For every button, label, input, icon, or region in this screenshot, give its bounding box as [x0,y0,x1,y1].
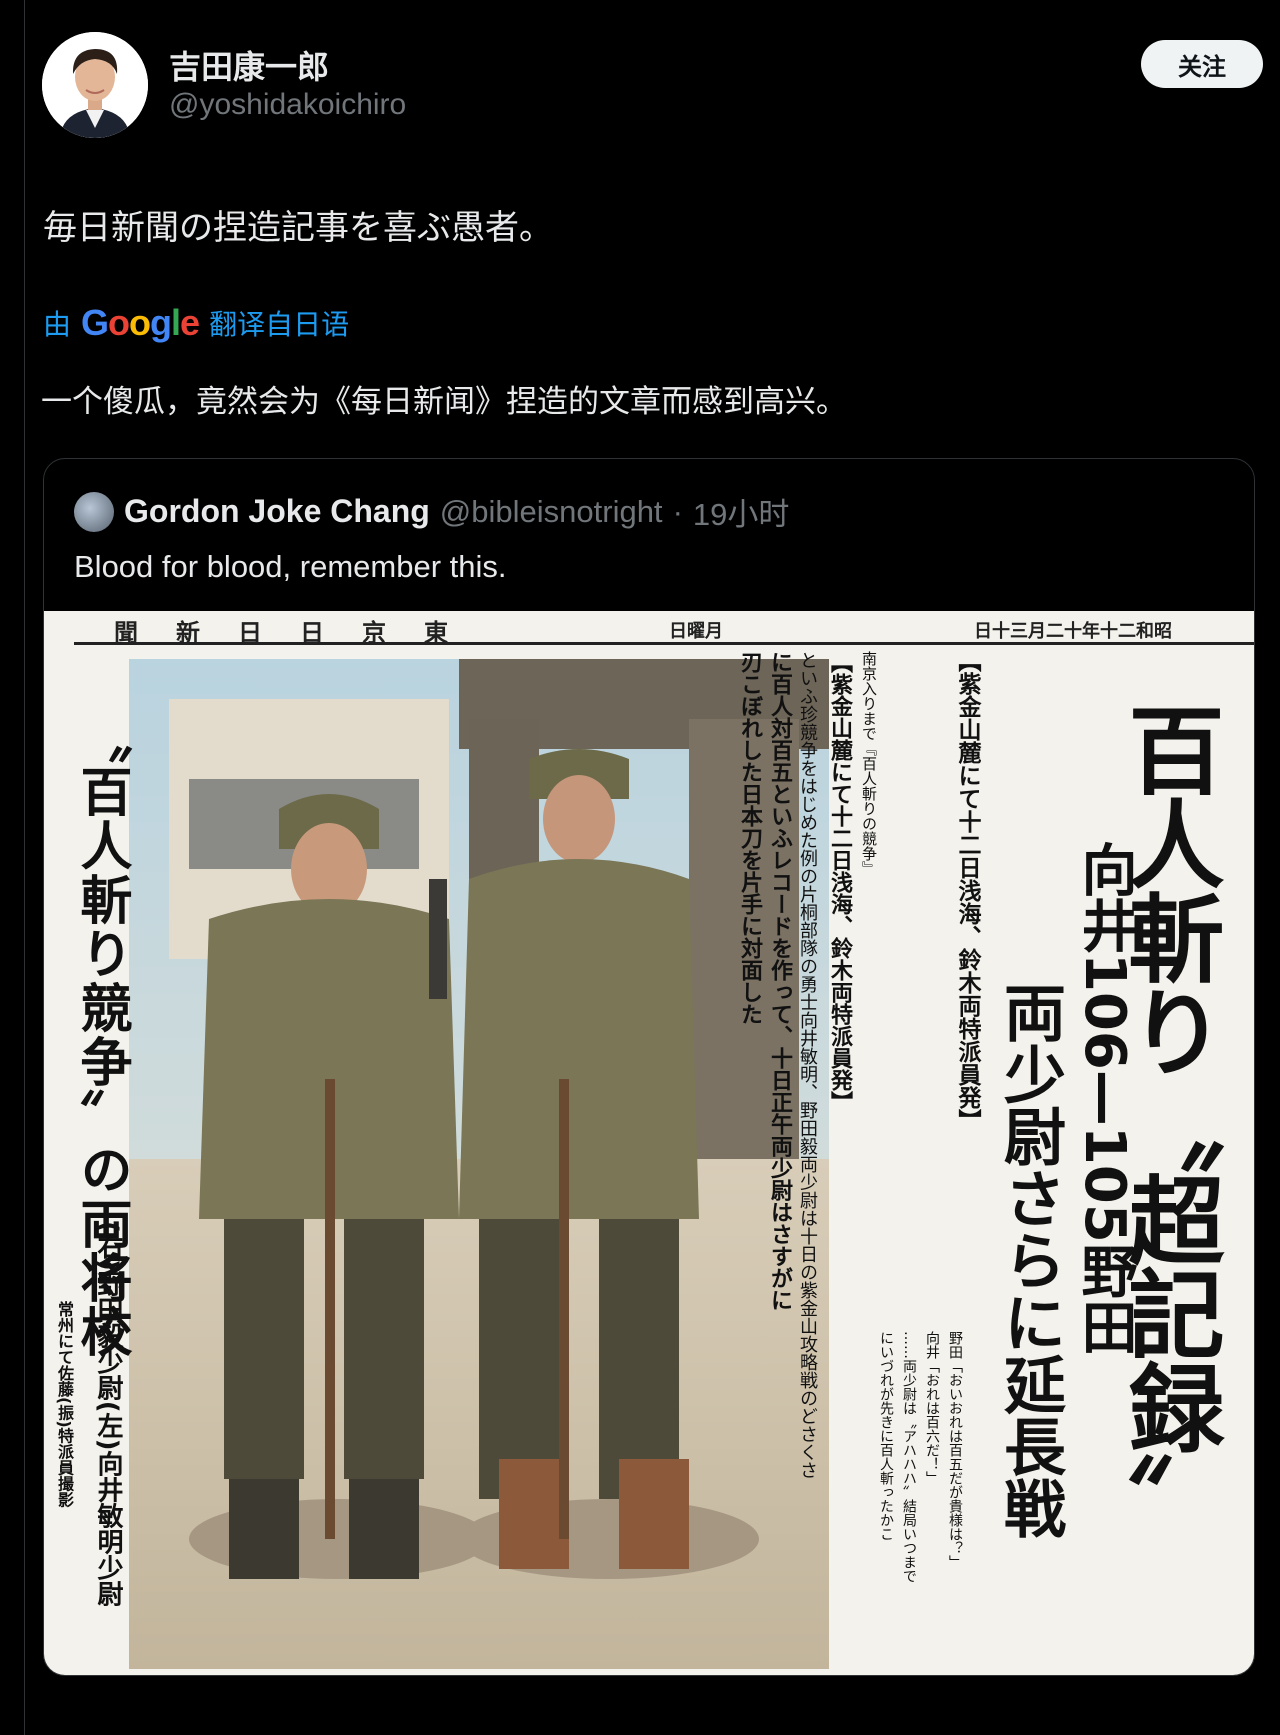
translated-text: 一个傻瓜，竟然会为《每日新闻》捏造的文章而感到高兴。 [41,384,847,420]
translate-suffix: 翻译自日语 [209,308,350,341]
quote-header: Gordon Joke Chang @bibleisnotright · 19小… [74,489,789,534]
newspaper-day: 日曜月 [669,621,723,642]
newspaper-date: 日十三月二十年十二和昭 [974,621,1172,642]
dialogue-line-4: にいづれが先きに百人斬ったかこ [878,1331,894,1541]
quote-handle[interactable]: @bibleisnotright [440,494,663,530]
quote-separator: · [672,493,683,529]
dialogue-line-2: 向井「おれは百六だ！」 [924,1331,940,1485]
article-line-1: 【紫金山麓にて十二日浅海、鈴木両特派員発】 [827,651,852,1113]
quote-avatar[interactable] [74,491,114,532]
officers-photo-illustration [129,659,829,1669]
dialogue-line-3: ……両少尉は〝アハハハ〟結局いつまで [901,1331,917,1583]
tweet: 吉田康一郎 @yoshidakoichiro 关注 毎日新聞の捏造記事を喜ぶ愚者… [24,0,1263,1735]
newspaper-headline: 百人斬り〝超記録〟 [1112,701,1224,1547]
article-line: 【紫金山麓にて十二日浅海、鈴木両特派員発】 [954,649,980,1132]
handle[interactable]: @yoshidakoichiro [169,88,406,122]
newspaper-image[interactable]: 聞新日日京東 日曜月 日十三月二十年十二和昭 〝百人斬り競争〟の両将校 (右)野… [44,611,1254,1675]
avatar[interactable] [42,32,148,138]
newspaper-masthead-bar: 聞新日日京東 日曜月 日十三月二十年十二和昭 [74,611,1254,647]
google-logo: Google [81,302,200,343]
newspaper-photo [129,659,829,1669]
avatar-portrait [42,32,148,138]
photo-subcaption: (右)野田毅少尉(左)向井敏明少尉 [93,1221,123,1607]
article-line-3: に百人対百五といふレコードを作って、十日正午両少尉はさすがに [767,651,792,1311]
article-quote-title: 南京入りまで『百人斬りの競争』 [860,651,878,876]
quote-display-name[interactable]: Gordon Joke Chang [124,493,430,530]
follow-button[interactable]: 关注 [1141,40,1263,88]
quote-text: Blood for blood, remember this. [74,549,507,584]
newspaper-subheadline: 両少尉さらに延長戦 [993,981,1066,1539]
photo-credit: 常州にて佐藤(振)特派員撮影 [55,1301,74,1508]
tweet-text: 毎日新聞の捏造記事を喜ぶ愚者。 [43,208,553,248]
quote-tweet-card[interactable]: Gordon Joke Chang @bibleisnotright · 19小… [43,458,1255,1676]
translate-prefix: 由 [43,308,72,341]
article-line-4: 刃こぼれした日本刀を片手に対面した [737,651,762,1025]
display-name[interactable]: 吉田康一郎 [169,42,329,88]
translation-attribution[interactable]: 由 Google 翻译自日语 [43,302,349,344]
newspaper-score: 向井106—105野田 [1072,841,1137,1355]
newspaper-masthead: 聞新日日京東 [114,618,486,647]
dialogue-line-1: 野田「おいおれは百五だが貴様は？」 [947,1331,963,1569]
quote-timestamp[interactable]: 19小时 [693,489,789,534]
article-line-2: といふ珍競争をはじめた例の片桐部隊の勇士向井敏明、野田毅両少尉は十日の紫金山攻略… [797,651,818,1479]
